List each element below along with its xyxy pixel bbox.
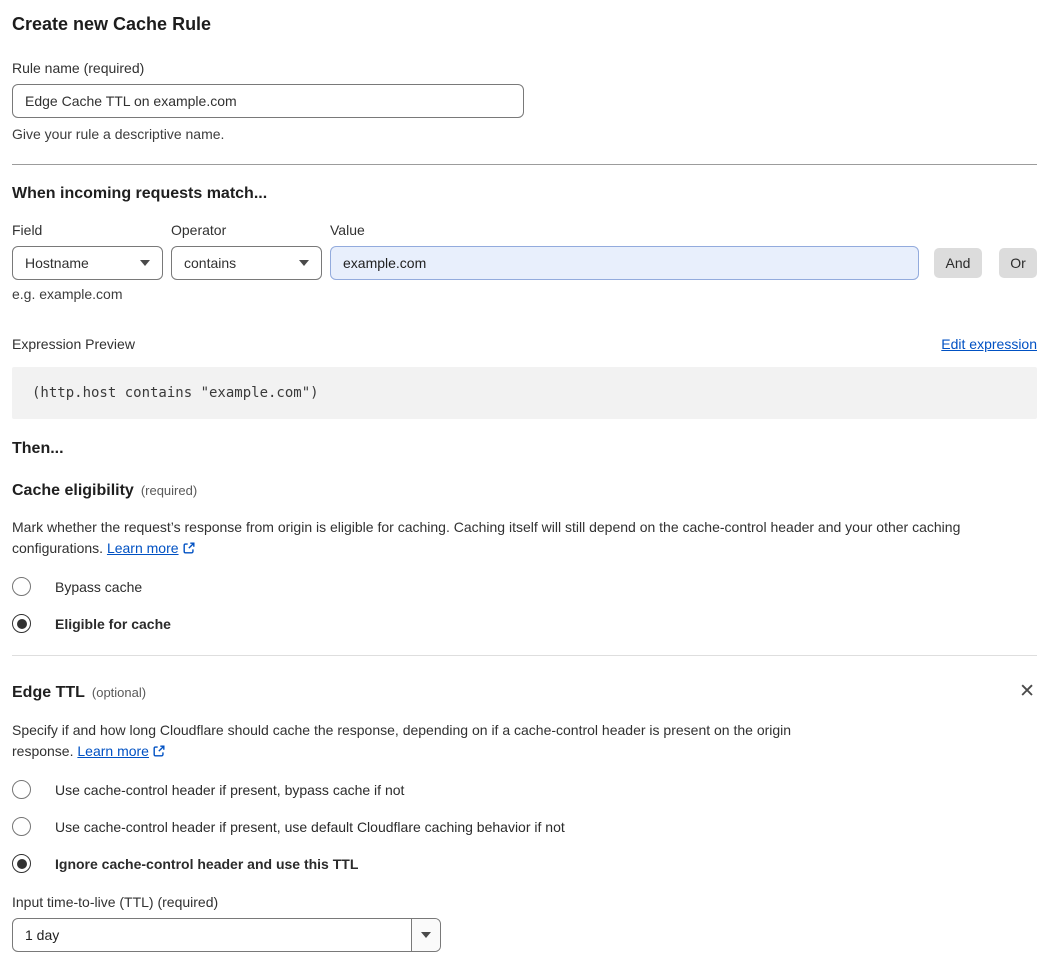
cache-eligibility-header: Cache eligibility (required): [12, 482, 1037, 500]
value-label: Value: [330, 222, 365, 238]
value-help: e.g. example.com: [12, 286, 123, 302]
rule-name-section: Rule name (required) Give your rule a de…: [12, 60, 1037, 142]
external-link-icon: [183, 542, 195, 554]
radio-unchecked-icon[interactable]: [12, 780, 31, 799]
radio-option-label: Ignore cache-control header and use this…: [55, 855, 359, 872]
ttl-combobox[interactable]: 1 day: [12, 918, 441, 952]
rule-name-help: Give your rule a descriptive name.: [12, 126, 225, 142]
cache-eligibility-title: Cache eligibility: [12, 482, 134, 499]
edge-ttl-title: Edge TTL: [12, 684, 85, 701]
edge-ttl-qualifier: (optional): [91, 685, 147, 700]
value-input[interactable]: [330, 246, 919, 280]
chevron-down-icon: [140, 260, 150, 266]
radio-option-ignore-header[interactable]: Ignore cache-control header and use this…: [12, 854, 1037, 873]
edge-ttl-description: Specify if and how long Cloudflare shoul…: [12, 720, 847, 762]
section-divider: [12, 164, 1037, 165]
radio-unchecked-icon[interactable]: [12, 817, 31, 836]
radio-checked-icon[interactable]: [12, 854, 31, 873]
expression-preview-label: Expression Preview: [12, 336, 135, 352]
and-button[interactable]: And: [934, 248, 982, 278]
operator-label: Operator: [171, 222, 227, 238]
radio-option-bypass-cache[interactable]: Bypass cache: [12, 577, 1037, 596]
field-label: Field: [12, 222, 43, 238]
cache-eligibility-learn-more-link[interactable]: Learn more: [107, 540, 179, 556]
edge-ttl-learn-more-link[interactable]: Learn more: [77, 743, 149, 759]
section-divider: [12, 655, 1037, 656]
radio-option-label: Use cache-control header if present, use…: [55, 818, 565, 835]
field-select-value: Hostname: [25, 255, 89, 271]
then-heading: Then...: [12, 440, 64, 457]
radio-option-use-header-bypass[interactable]: Use cache-control header if present, byp…: [12, 780, 1037, 799]
or-button[interactable]: Or: [999, 248, 1037, 278]
expression-preview-row: Expression Preview Edit expression: [12, 336, 1037, 352]
edge-ttl-options: Use cache-control header if present, byp…: [12, 780, 1037, 873]
ttl-input-label: Input time-to-live (TTL) (required): [12, 894, 219, 910]
chevron-down-icon: [299, 260, 309, 266]
radio-option-eligible-for-cache[interactable]: Eligible for cache: [12, 614, 1037, 633]
edit-expression-link[interactable]: Edit expression: [941, 336, 1037, 352]
radio-checked-icon[interactable]: [12, 614, 31, 633]
cache-eligibility-description: Mark whether the request’s response from…: [12, 517, 1037, 559]
field-select[interactable]: Hostname: [12, 246, 163, 280]
ttl-dropdown-button[interactable]: [411, 919, 440, 951]
ttl-combobox-value[interactable]: 1 day: [13, 919, 411, 951]
match-heading: When incoming requests match...: [12, 185, 268, 202]
page-title: Create new Cache Rule: [12, 14, 212, 34]
condition-row: Field Hostname Operator contains Value A…: [12, 222, 1037, 280]
radio-unchecked-icon[interactable]: [12, 577, 31, 596]
radio-option-use-header-default[interactable]: Use cache-control header if present, use…: [12, 817, 1037, 836]
rule-name-input[interactable]: [12, 84, 524, 118]
radio-option-label: Use cache-control header if present, byp…: [55, 781, 405, 798]
radio-option-label: Bypass cache: [55, 578, 143, 595]
edge-ttl-header: Edge TTL (optional) ✕: [12, 680, 1037, 703]
external-link-icon: [153, 745, 165, 757]
close-icon[interactable]: ✕: [1017, 680, 1037, 703]
rule-name-label: Rule name (required): [12, 60, 145, 76]
cache-eligibility-options: Bypass cache Eligible for cache: [12, 577, 1037, 633]
cache-eligibility-qualifier: (required): [140, 483, 198, 498]
operator-select[interactable]: contains: [171, 246, 322, 280]
chevron-down-icon: [421, 932, 431, 938]
operator-select-value: contains: [184, 255, 237, 271]
radio-option-label: Eligible for cache: [55, 615, 171, 632]
expression-code: (http.host contains "example.com"): [12, 367, 1037, 419]
